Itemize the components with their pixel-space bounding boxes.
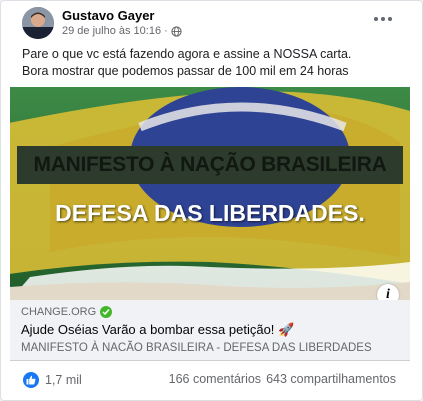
avatar-image xyxy=(22,7,54,39)
post-text: Pare o que vc está fazendo agora e assin… xyxy=(22,46,402,80)
image-subheadline: DEFESA DAS LIBERDADES. xyxy=(55,200,365,226)
link-domain: CHANGE.ORG xyxy=(21,306,97,318)
engagement-counts: 166 comentários 643 compartilhamentos xyxy=(169,372,396,386)
likes-count: 1,7 mil xyxy=(45,373,82,387)
image-headline: MANIFESTO À NAÇÃO BRASILEIRA xyxy=(33,153,387,176)
post-text-line: Pare o que vc está fazendo agora e assin… xyxy=(22,47,352,61)
link-preview-image[interactable]: MANIFESTO À NAÇÃO BRASILEIRA DEFESA DAS … xyxy=(10,87,410,300)
post-card: Gustavo Gayer 29 de julho às 10:16 · Par… xyxy=(0,0,423,401)
more-options-icon[interactable] xyxy=(374,13,394,25)
link-description: MANIFESTO À NACÃO BRASILEIRA - DEFESA DA… xyxy=(21,342,372,354)
author-avatar[interactable] xyxy=(22,7,54,39)
link-title[interactable]: Ajude Oséias Varão a bombar essa petição… xyxy=(21,322,294,338)
post-date[interactable]: 29 de julho às 10:16 xyxy=(62,25,161,37)
author-name[interactable]: Gustavo Gayer xyxy=(62,8,155,23)
comments-count[interactable]: 166 comentários xyxy=(169,372,261,386)
brazil-flag-image xyxy=(10,87,410,300)
link-domain-row: CHANGE.ORG xyxy=(21,306,113,318)
shares-count[interactable]: 643 compartilhamentos xyxy=(266,372,396,386)
meta-separator: · xyxy=(164,25,168,37)
globe-icon xyxy=(171,25,182,37)
post-meta: 29 de julho às 10:16 · xyxy=(62,25,182,37)
post-text-line: Bora mostrar que podemos passar de 100 m… xyxy=(22,64,349,78)
link-preview[interactable]: CHANGE.ORG Ajude Oséias Varão a bombar e… xyxy=(10,300,410,361)
like-reaction-icon xyxy=(23,372,39,388)
verified-check-icon xyxy=(100,306,113,318)
reaction-summary[interactable]: 1,7 mil xyxy=(23,372,82,388)
image-headline-box: MANIFESTO À NAÇÃO BRASILEIRA xyxy=(17,146,403,184)
